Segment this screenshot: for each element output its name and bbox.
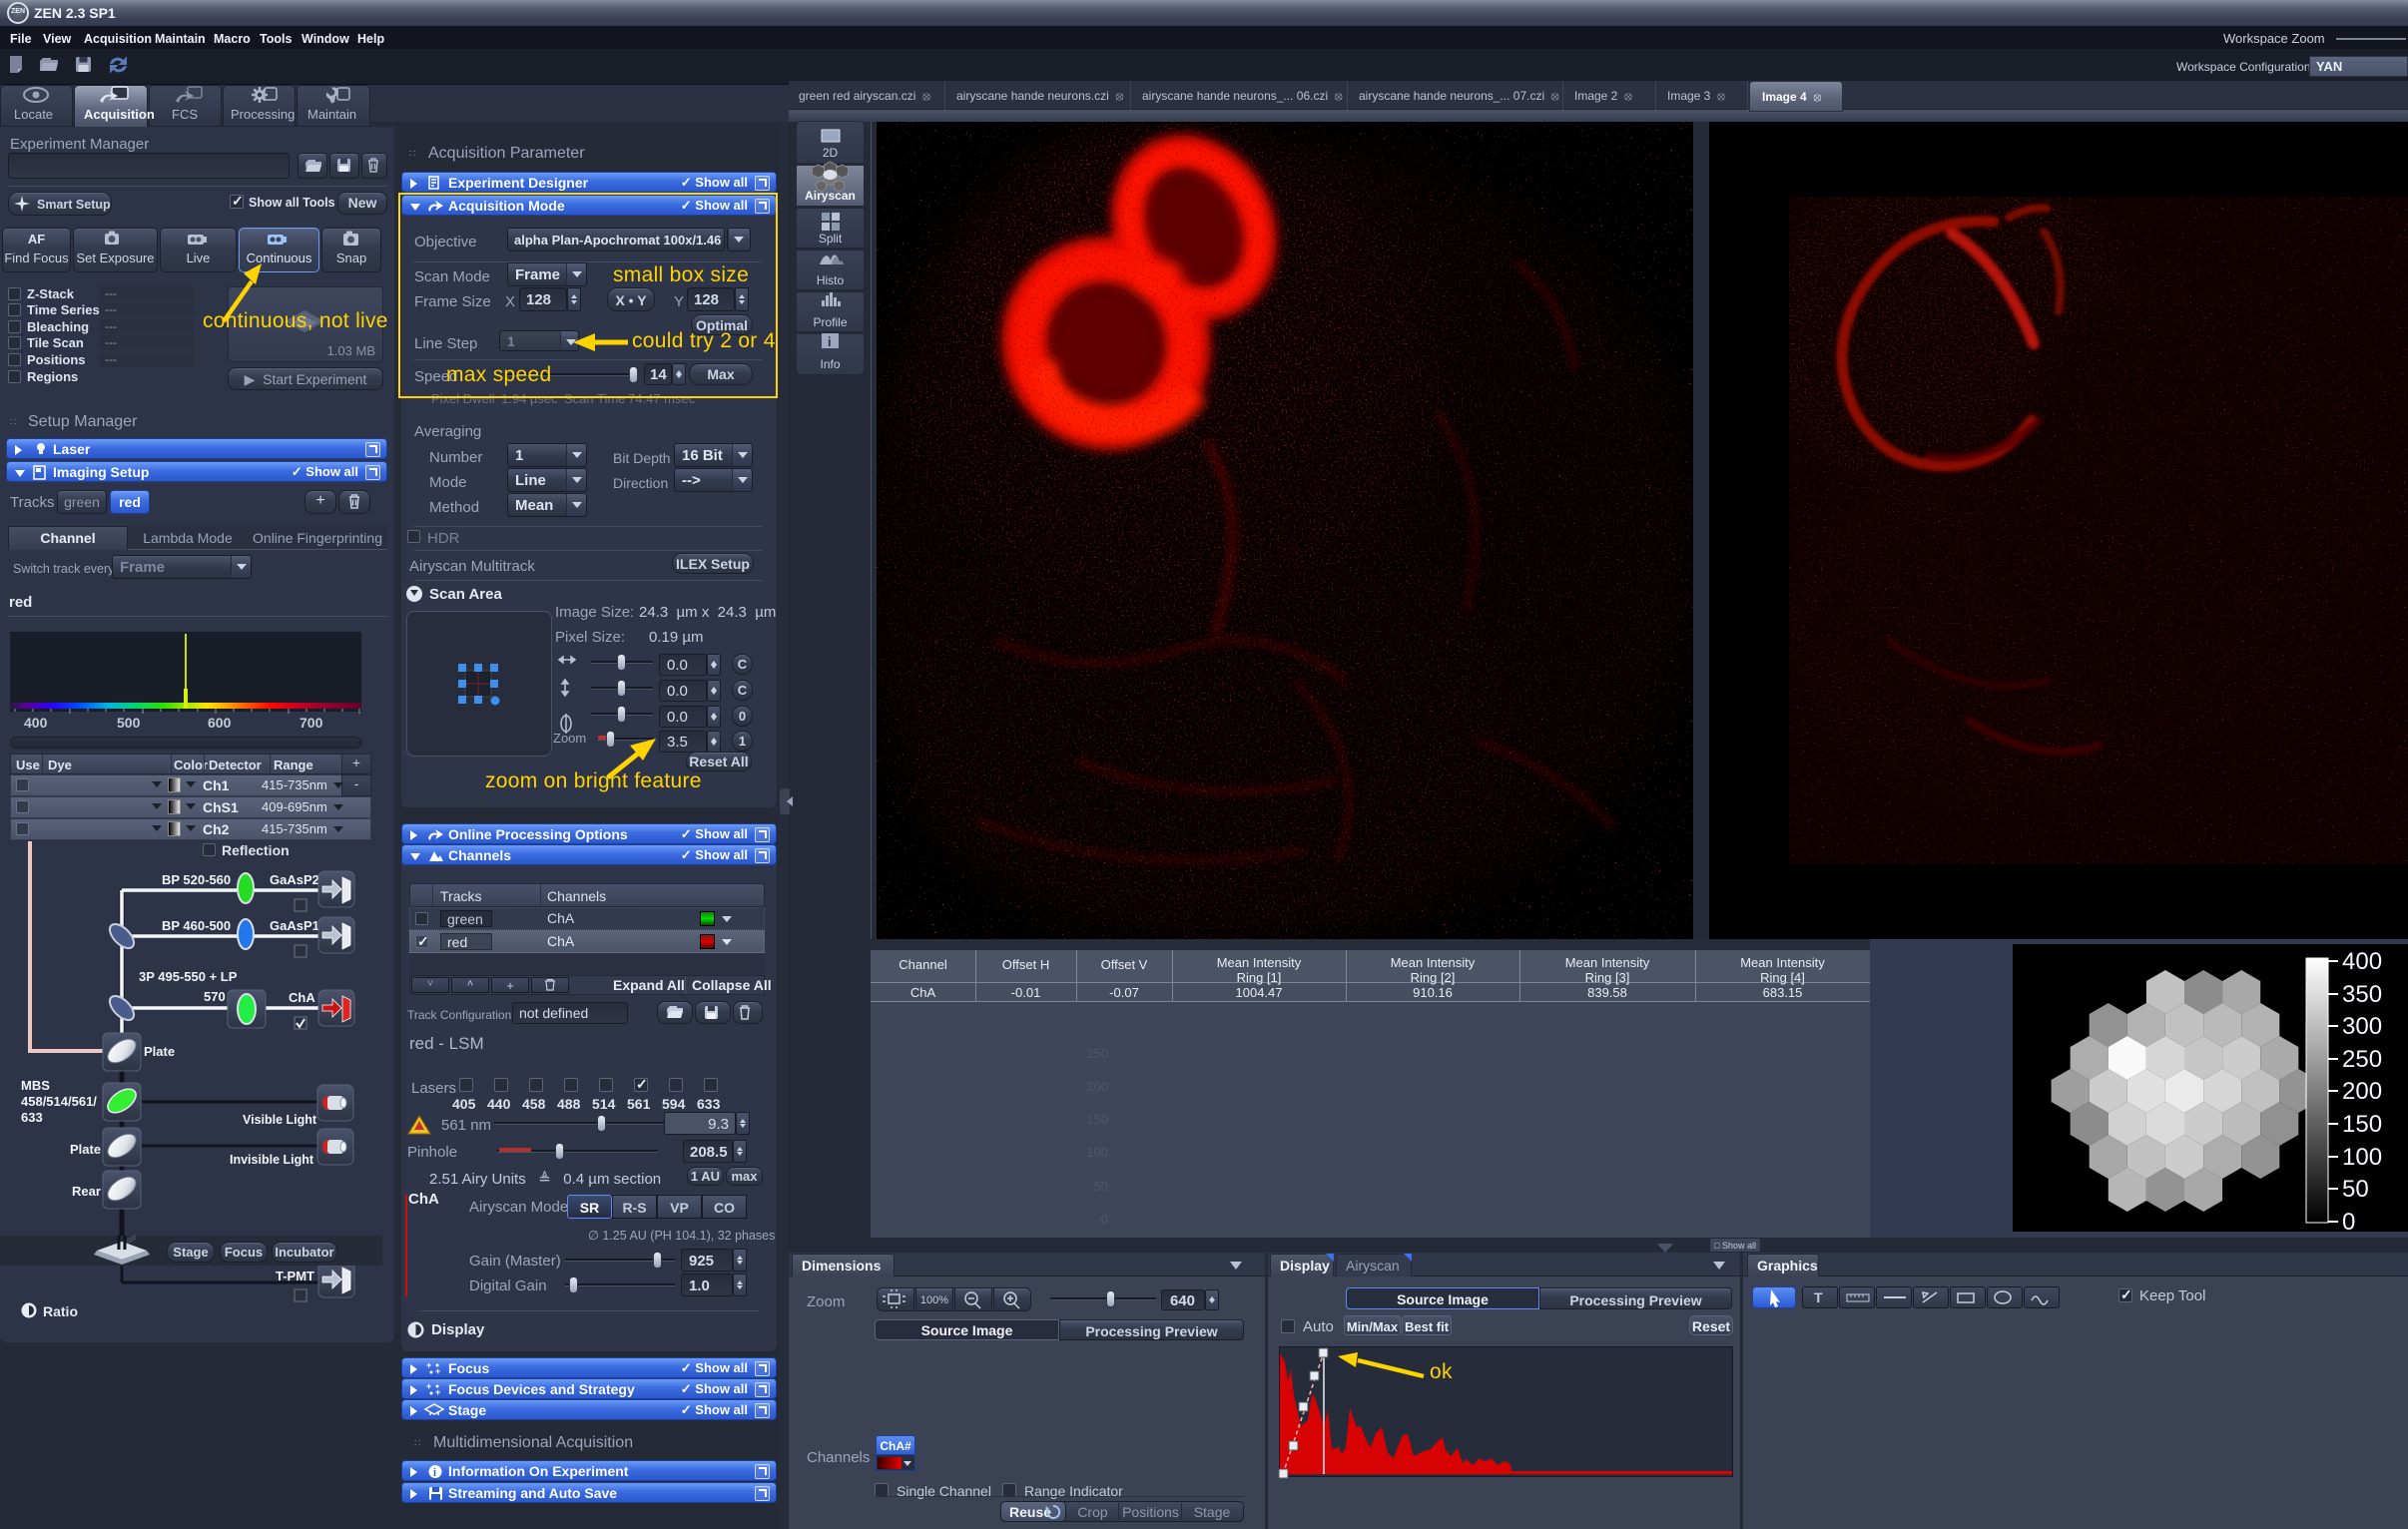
- svg-text:300: 300: [2342, 1013, 2382, 1040]
- svg-text:+: +: [426, 1360, 431, 1370]
- svg-text:458/514/561/: 458/514/561/: [21, 1094, 97, 1109]
- svg-text:T: T: [1814, 1289, 1823, 1305]
- svg-text:Visible Light: Visible Light: [243, 1113, 317, 1127]
- svg-text:100: 100: [2342, 1144, 2382, 1171]
- svg-text:i: i: [433, 1467, 436, 1479]
- svg-text:3P 495-550 + LP: 3P 495-550 + LP: [139, 969, 238, 984]
- svg-text:Invisible Light: Invisible Light: [230, 1153, 314, 1167]
- svg-text:570: 570: [204, 989, 226, 1004]
- svg-text:+: +: [426, 1381, 431, 1391]
- svg-text:0: 0: [2342, 1209, 2355, 1236]
- svg-text:GaAsP1: GaAsP1: [270, 918, 319, 933]
- svg-text:400: 400: [2342, 948, 2382, 975]
- svg-text:150: 150: [2342, 1111, 2382, 1138]
- svg-text:Rear: Rear: [72, 1184, 101, 1199]
- svg-text:i: i: [828, 334, 832, 349]
- svg-text:Plate: Plate: [144, 1044, 175, 1059]
- svg-text:200: 200: [2342, 1078, 2382, 1105]
- svg-text:BP 520-560: BP 520-560: [162, 872, 231, 887]
- svg-text:Plate: Plate: [70, 1142, 101, 1157]
- svg-text:250: 250: [2342, 1046, 2382, 1073]
- svg-text:+: +: [435, 1387, 440, 1397]
- svg-text:350: 350: [2342, 981, 2382, 1008]
- svg-text:T-PMT: T-PMT: [276, 1269, 314, 1283]
- svg-text:MBS: MBS: [21, 1078, 50, 1093]
- svg-text:+: +: [435, 1366, 440, 1376]
- svg-text:50: 50: [2342, 1176, 2369, 1203]
- svg-text:GaAsP2: GaAsP2: [270, 872, 319, 887]
- svg-text:BP 460-500: BP 460-500: [162, 918, 231, 933]
- svg-text:633: 633: [21, 1110, 43, 1125]
- svg-text:ChA: ChA: [289, 990, 315, 1005]
